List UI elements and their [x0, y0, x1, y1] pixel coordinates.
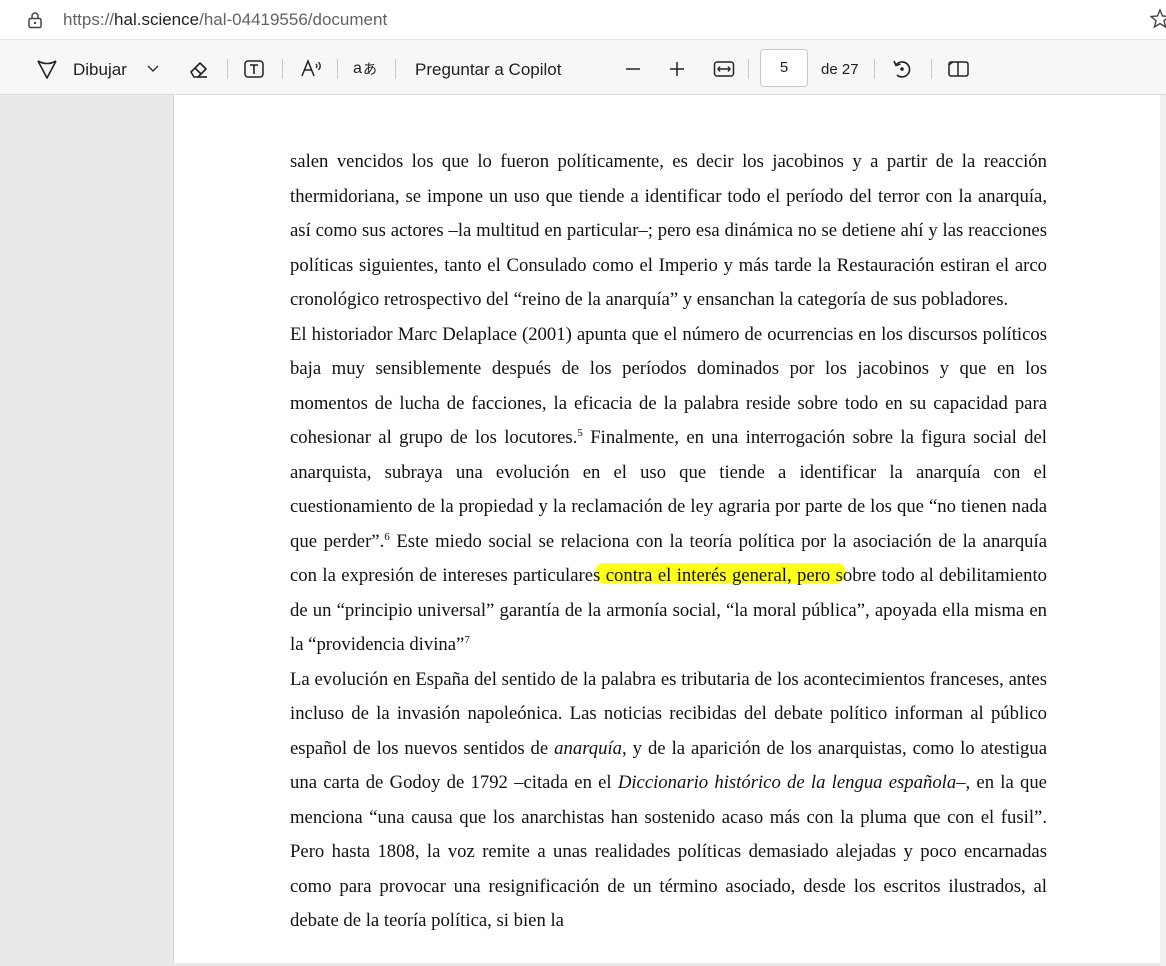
paragraph-text: Este miedo social se relaciona con la te… [290, 530, 1048, 656]
page-view-icon[interactable] [947, 59, 971, 79]
read-aloud-icon[interactable] [300, 58, 324, 80]
toolbar-divider [748, 59, 749, 79]
draw-button[interactable]: Dibujar [73, 59, 127, 81]
pdf-toolbar: Dibujar a あ Preguntar a Copilot 5 de 27 [0, 40, 1166, 95]
zoom-out-icon[interactable] [624, 62, 642, 76]
svg-text:あ: あ [363, 62, 377, 78]
ask-copilot-button[interactable]: Preguntar a Copilot [415, 59, 561, 81]
url-prefix: https:// [63, 10, 115, 29]
page-total: de 27 [821, 61, 859, 78]
toolbar-divider [337, 59, 338, 79]
url-path: /hal-04419556/document [199, 10, 388, 29]
footnote-ref[interactable]: 7 [464, 634, 470, 646]
toolbar-divider [282, 59, 283, 79]
eraser-icon[interactable] [187, 58, 209, 80]
address-bar: https://hal.science/hal-04419556/documen… [0, 0, 1166, 40]
scrollbar[interactable] [1160, 95, 1166, 966]
paragraph-text: salen vencidos los que lo fueron polític… [290, 151, 1047, 310]
draw-icon[interactable] [36, 58, 58, 80]
document-body: salen vencidos los que lo fueron polític… [290, 145, 1047, 939]
paragraph: El historiador Marc Delaplace (2001) apu… [290, 318, 1047, 663]
paragraph-text: –, en la que menciona “una causa que los… [290, 772, 1047, 931]
toolbar-divider [874, 59, 875, 79]
chevron-down-icon[interactable] [146, 64, 160, 74]
fit-width-icon[interactable] [713, 60, 735, 78]
lock-icon[interactable] [25, 10, 45, 30]
zoom-in-icon[interactable] [668, 60, 686, 78]
translate-icon[interactable]: a あ [352, 56, 378, 80]
toolbar-divider [931, 59, 932, 79]
toolbar-divider [227, 59, 228, 79]
paragraph: La evolución en España del sentido de la… [290, 663, 1047, 939]
page-number-input[interactable]: 5 [760, 49, 808, 87]
url-host: hal.science [114, 10, 200, 29]
paragraph: salen vencidos los que lo fueron polític… [290, 145, 1047, 318]
toolbar-divider [395, 59, 396, 79]
url-field[interactable]: https://hal.science/hal-04419556/documen… [63, 10, 387, 30]
favorite-star-icon[interactable] [1149, 8, 1166, 30]
rotate-icon[interactable] [891, 58, 913, 80]
italic-term: anarquía [554, 737, 623, 759]
text-box-icon[interactable] [243, 58, 265, 80]
italic-title: Diccionario histórico de la lengua españ… [617, 772, 957, 793]
svg-text:a: a [353, 60, 362, 77]
